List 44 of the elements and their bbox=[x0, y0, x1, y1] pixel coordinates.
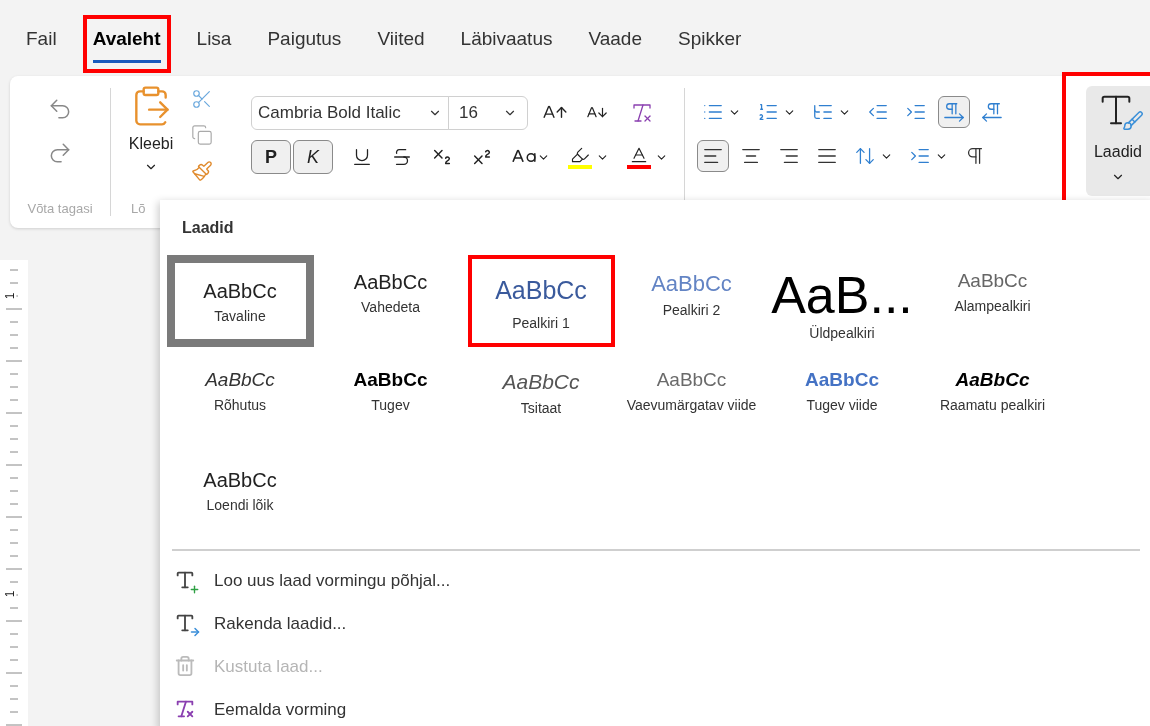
ruler-number: 1 bbox=[4, 291, 17, 301]
new-style-icon bbox=[174, 569, 198, 593]
style-tile[interactable]: AaB... Üldpealkiri bbox=[768, 255, 916, 347]
style-tile[interactable]: AaBbCc Tugev bbox=[317, 354, 464, 446]
style-tile[interactable]: AaBbCc Alampealkiri bbox=[919, 255, 1066, 347]
paintbrush-icon[interactable] bbox=[191, 160, 213, 182]
style-tile[interactable]: AaBbCc Loendi lõik bbox=[166, 453, 314, 545]
align-left-icon[interactable] bbox=[697, 140, 729, 172]
ribbon-tab[interactable]: Viited bbox=[377, 25, 425, 63]
dropdown-title: Laadid bbox=[182, 218, 234, 238]
style-tile[interactable]: AaBbCc Tsitaat bbox=[467, 354, 615, 446]
ribbon-tab[interactable]: Spikker bbox=[678, 25, 742, 63]
bold-button[interactable]: P bbox=[251, 140, 291, 174]
group-label: Lõ bbox=[131, 199, 146, 218]
style-tile[interactable]: AaBbCc Raamatu pealkiri bbox=[919, 354, 1066, 446]
apply-styles-icon bbox=[174, 612, 198, 636]
paste-label[interactable]: Kleebi bbox=[128, 132, 174, 156]
underline-icon[interactable] bbox=[351, 146, 373, 168]
strikethrough-icon[interactable] bbox=[391, 146, 413, 168]
clear-formatting-icon[interactable] bbox=[630, 101, 654, 125]
menu-item[interactable]: Rakenda laadid... bbox=[174, 609, 451, 639]
style-tile[interactable]: AaBbCc Pealkiri 2 bbox=[618, 255, 765, 347]
style-tile[interactable]: AaBbCc Pealkiri 1 bbox=[467, 255, 615, 347]
font-size-field[interactable]: 16 bbox=[448, 96, 528, 130]
style-tile[interactable]: AaBbCc Tugev viide bbox=[768, 354, 916, 446]
styles-button[interactable]: Laadid bbox=[1086, 86, 1150, 196]
highlighter-icon[interactable] bbox=[568, 145, 609, 169]
style-tile[interactable]: AaBbCc Vahedeta bbox=[317, 255, 464, 347]
ribbon-tab[interactable]: Lisa bbox=[196, 25, 232, 63]
style-tile[interactable]: AaBbCc Rõhutus bbox=[166, 354, 314, 446]
ribbon-tab[interactable]: Paigutus bbox=[267, 25, 342, 63]
style-tile[interactable]: AaBbCc Tavaline bbox=[166, 255, 314, 347]
group-label: Võta tagasi bbox=[27, 199, 93, 218]
ribbon-tab[interactable]: Fail bbox=[26, 25, 57, 63]
font-color-icon[interactable] bbox=[627, 145, 668, 169]
menu-item[interactable]: Eemalda vorming bbox=[174, 695, 451, 725]
menu-item[interactable]: Loo uus laad vormingu põhjal... bbox=[174, 566, 451, 596]
italic-button[interactable]: K bbox=[293, 140, 333, 174]
style-tile[interactable]: AaBbCc Vaevumärgatav viide bbox=[618, 354, 765, 446]
left-to-right-icon[interactable] bbox=[938, 96, 970, 128]
ribbon-tab[interactable]: Läbivaatus bbox=[460, 25, 553, 63]
ribbon-tab[interactable]: Vaade bbox=[588, 25, 642, 63]
ruler-number: 1 bbox=[4, 589, 17, 599]
font-name-field[interactable]: Cambria Bold Italic bbox=[251, 96, 449, 130]
